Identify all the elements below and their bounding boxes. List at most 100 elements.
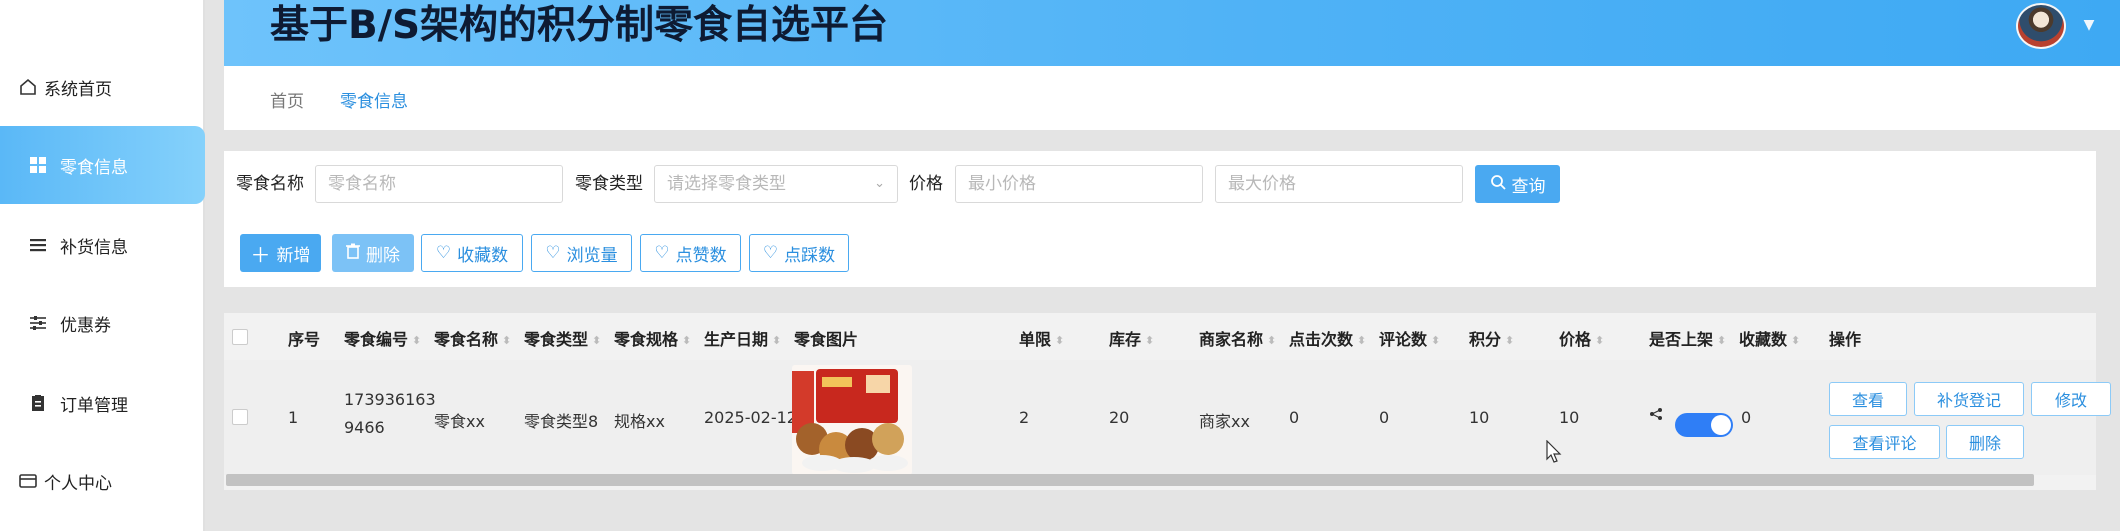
sidebar-item-label: 优惠券 — [60, 315, 111, 336]
sidebar-item-orders[interactable]: 订单管理 — [0, 364, 205, 442]
add-button-label: 新增 — [276, 245, 311, 266]
chevron-down-icon: ⌄ — [874, 176, 885, 191]
col-type[interactable]: 零食类型 ⬍ — [524, 326, 601, 350]
col-name[interactable]: 零食名称 ⬍ — [434, 326, 511, 350]
sidebar-item-restock[interactable]: 补货信息 — [0, 206, 205, 284]
col-merchant[interactable]: 商家名称 ⬍ — [1199, 326, 1276, 350]
delete-row-button[interactable]: 删除 — [1946, 425, 2024, 459]
cell-comments: 0 — [1379, 408, 1390, 427]
cell-date: 2025-02-12 — [704, 408, 797, 427]
delete-button-label: 删除 — [366, 245, 400, 266]
cell-code: 173936163 9466 — [344, 390, 436, 437]
sort-icon: ⬍ — [1791, 334, 1801, 347]
delete-button[interactable]: 删除 — [332, 234, 414, 272]
col-comments[interactable]: 评论数 ⬍ — [1379, 326, 1440, 350]
edit-button[interactable]: 修改 — [2031, 382, 2111, 416]
breadcrumb-current: 零食信息 — [340, 92, 408, 112]
cell-points: 10 — [1469, 408, 1490, 427]
avatar[interactable] — [2016, 3, 2066, 49]
data-table: 序号 零食编号 ⬍ 零食名称 ⬍ 零食类型 ⬍ 零食规格 ⬍ 生产日期 ⬍ 零食图片 单限… — [224, 313, 2096, 490]
share-icon[interactable] — [1649, 406, 1663, 425]
horizontal-scrollbar[interactable] — [226, 474, 2034, 486]
dislikes-chart-button[interactable]: ♡ 点踩数 — [749, 234, 849, 272]
sort-icon: ⬍ — [1595, 334, 1605, 347]
sort-icon: ⬍ — [1431, 334, 1441, 347]
snack-image — [792, 365, 912, 475]
col-listed[interactable]: 是否上架 ⬍ — [1649, 326, 1726, 350]
col-ops: 操作 — [1829, 330, 1862, 349]
breadcrumb: 首页 零食信息 — [224, 66, 2120, 130]
sort-icon: ⬍ — [1505, 334, 1515, 347]
view-comments-button[interactable]: 查看评论 — [1829, 425, 1940, 459]
dislikes-label: 点踩数 — [784, 245, 836, 266]
listed-toggle[interactable] — [1675, 413, 1733, 437]
cell-index: 1 — [288, 408, 299, 427]
card-icon — [18, 471, 38, 491]
col-fav[interactable]: 收藏数 ⬍ — [1739, 326, 1800, 350]
home-icon — [18, 77, 38, 97]
col-code[interactable]: 零食编号 ⬍ — [344, 326, 421, 350]
col-points[interactable]: 积分 ⬍ — [1469, 326, 1514, 350]
sidebar-item-snack-info[interactable]: 零食信息 — [0, 126, 205, 204]
views-chart-button[interactable]: ♡ 浏览量 — [531, 234, 632, 272]
sidebar-item-label: 补货信息 — [60, 237, 128, 258]
sort-icon: ⬍ — [502, 334, 512, 347]
sort-icon: ⬍ — [1055, 334, 1065, 347]
sidebar-item-label: 零食信息 — [60, 157, 128, 178]
sidebar-item-coupon[interactable]: 优惠券 — [0, 284, 205, 362]
col-limit[interactable]: 单限 ⬍ — [1019, 326, 1064, 350]
snack-type-select[interactable]: 请选择零食类型 ⌄ — [654, 165, 898, 203]
grid-icon — [28, 155, 48, 175]
list-icon — [28, 235, 48, 255]
cell-merchant: 商家xx — [1199, 412, 1250, 431]
col-clicks[interactable]: 点击次数 ⬍ — [1289, 326, 1366, 350]
sidebar: 系统首页 零食信息 补货信息 优惠券 订单管理 个人中心 — [0, 0, 205, 531]
add-button[interactable]: ＋ 新增 — [240, 234, 321, 272]
views-label: 浏览量 — [566, 245, 618, 266]
top-bar: 基于B/S架构的积分制零食自选平台 ▼ — [224, 0, 2120, 66]
query-button-label: 查询 — [1511, 176, 1546, 197]
sort-icon: ⬍ — [412, 334, 422, 347]
sort-icon: ⬍ — [592, 334, 602, 347]
sidebar-item-label: 系统首页 — [44, 79, 112, 100]
likes-chart-button[interactable]: ♡ 点赞数 — [640, 234, 741, 272]
col-stock[interactable]: 库存 ⬍ — [1109, 326, 1154, 350]
snack-type-label: 零食类型 — [575, 174, 643, 194]
col-image: 零食图片 — [794, 330, 859, 349]
view-button[interactable]: 查看 — [1829, 382, 1907, 416]
toggle-knob — [1711, 415, 1731, 435]
sidebar-item-profile[interactable]: 个人中心 — [0, 442, 205, 520]
snack-type-placeholder: 请选择零食类型 — [667, 174, 786, 194]
row-checkbox[interactable] — [232, 409, 248, 425]
heart-icon: ♡ — [654, 243, 670, 263]
cell-name: 零食xx — [434, 412, 485, 431]
table-header: 序号 零食编号 ⬍ 零食名称 ⬍ 零食类型 ⬍ 零食规格 ⬍ 生产日期 ⬍ 零食图片 单限… — [224, 313, 2096, 360]
snack-name-input[interactable]: 零食名称 — [315, 165, 563, 203]
favorites-chart-button[interactable]: ♡ 收藏数 — [421, 234, 523, 272]
sort-icon: ⬍ — [772, 334, 782, 347]
sort-icon: ⬍ — [682, 334, 692, 347]
cell-stock: 20 — [1109, 408, 1130, 427]
sidebar-item-label: 个人中心 — [44, 473, 112, 494]
query-button[interactable]: 查询 — [1475, 165, 1560, 203]
search-icon — [1490, 174, 1506, 195]
sort-icon: ⬍ — [1267, 334, 1277, 347]
min-price-input[interactable]: 最小价格 — [955, 165, 1203, 203]
plus-icon: ＋ — [250, 242, 271, 267]
trash-icon — [346, 243, 360, 264]
heart-icon: ♡ — [435, 243, 452, 263]
restock-button[interactable]: 补货登记 — [1914, 382, 2024, 416]
cell-spec: 规格xx — [614, 412, 665, 431]
chevron-down-icon[interactable]: ▼ — [2080, 16, 2098, 34]
breadcrumb-home[interactable]: 首页 — [270, 87, 304, 112]
col-spec[interactable]: 零食规格 ⬍ — [614, 326, 691, 350]
col-date[interactable]: 生产日期 ⬍ — [704, 326, 781, 350]
sidebar-item-home[interactable]: 系统首页 — [0, 48, 205, 126]
cursor-icon — [1546, 439, 1562, 468]
cell-clicks: 0 — [1289, 408, 1300, 427]
table-row: 1 173936163 9466 零食xx 零食类型8 规格xx 2025-02… — [224, 360, 2096, 475]
snack-name-label: 零食名称 — [236, 174, 304, 194]
col-price[interactable]: 价格 ⬍ — [1559, 326, 1604, 350]
select-all-checkbox[interactable] — [232, 329, 248, 345]
max-price-input[interactable]: 最大价格 — [1215, 165, 1463, 203]
